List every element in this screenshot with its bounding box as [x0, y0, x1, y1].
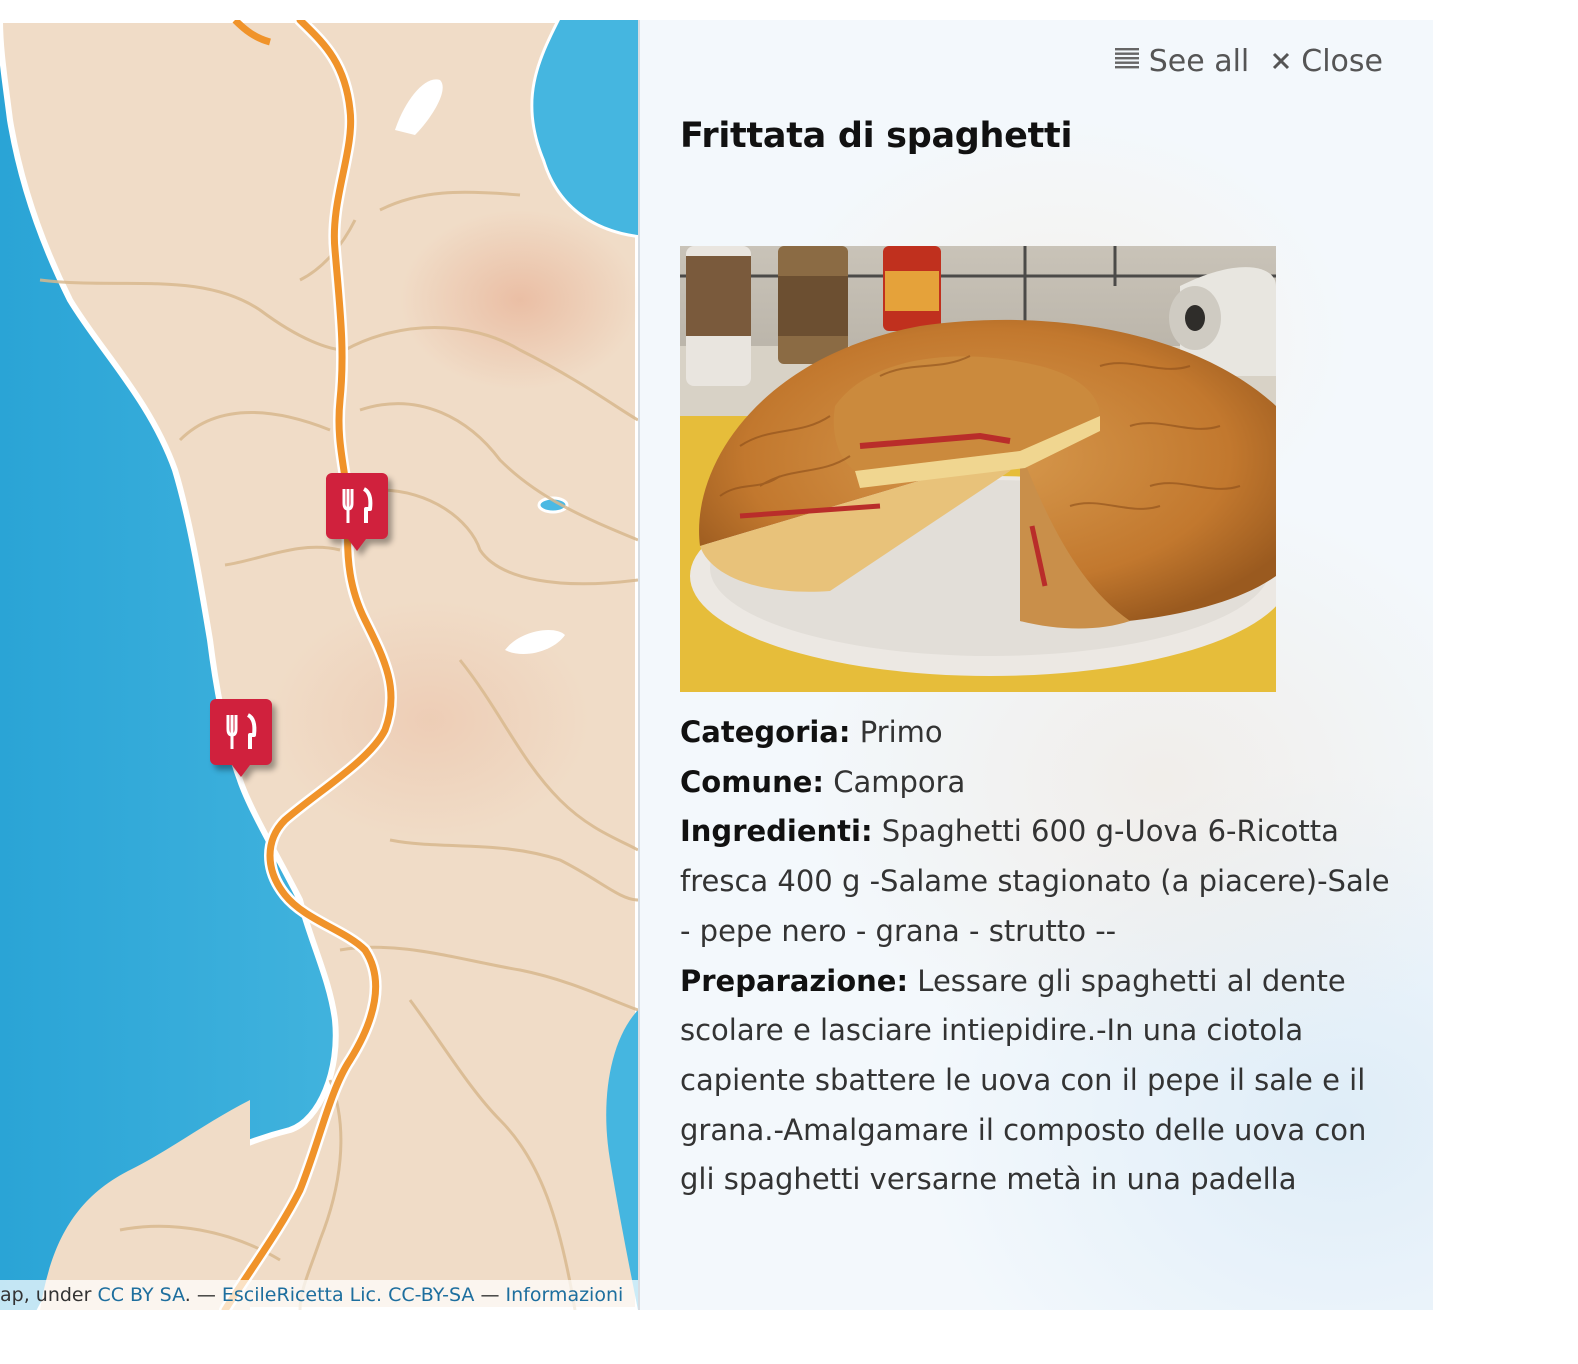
preparazione-value: Lessare gli spaghetti al dente scolare e…	[680, 963, 1367, 1197]
ingredienti-row: Ingredienti: Spaghetti 600 g-Uova 6-Rico…	[680, 807, 1400, 956]
close-button[interactable]: Close	[1271, 44, 1383, 79]
recipe-photo	[680, 246, 1276, 692]
categoria-label: Categoria:	[680, 715, 851, 749]
ingredienti-label: Ingredienti:	[680, 814, 873, 849]
comune-row: Comune: Campora	[680, 758, 1400, 808]
comune-value: Campora	[833, 764, 966, 799]
panel-actions: See all Close	[1114, 44, 1383, 79]
comune-label: Comune:	[680, 764, 824, 799]
preparazione-row: Preparazione: Lessare gli spaghetti al d…	[680, 957, 1400, 1206]
restaurant-marker[interactable]	[326, 473, 388, 553]
attribution-separator: . —	[184, 1284, 222, 1306]
recipe-details: Categoria: Primo Comune: Campora Ingredi…	[680, 708, 1400, 1205]
categoria-value: Primo	[859, 715, 943, 749]
categoria-row: Categoria: Primo	[680, 708, 1400, 758]
preparazione-label: Preparazione:	[680, 963, 909, 998]
map-attribution: ap, under CC BY SA. — EscileRicetta Lic.…	[0, 1280, 638, 1310]
restaurant-marker[interactable]	[210, 699, 272, 779]
restaurant-icon	[210, 699, 272, 777]
close-label: Close	[1301, 44, 1383, 79]
recipe-panel: See all Close Frittata di spaghetti Cate…	[638, 20, 1433, 1310]
attribution-separator: —	[474, 1284, 506, 1306]
map[interactable]: ap, under CC BY SA. — EscileRicetta Lic.…	[0, 20, 638, 1310]
see-all-button[interactable]: See all	[1114, 44, 1250, 79]
close-icon	[1271, 44, 1291, 79]
restaurant-icon	[326, 473, 388, 551]
see-all-label: See all	[1148, 44, 1250, 79]
info-link[interactable]: Informazioni	[506, 1284, 624, 1306]
license-link[interactable]: CC BY SA	[97, 1284, 184, 1306]
map-tiles	[0, 20, 638, 1310]
attribution-prefix: ap, under	[0, 1284, 98, 1306]
list-icon	[1114, 44, 1139, 79]
recipe-title: Frittata di spaghetti	[680, 116, 1073, 156]
data-source-link[interactable]: EscileRicetta Lic. CC-BY-SA	[222, 1284, 475, 1306]
